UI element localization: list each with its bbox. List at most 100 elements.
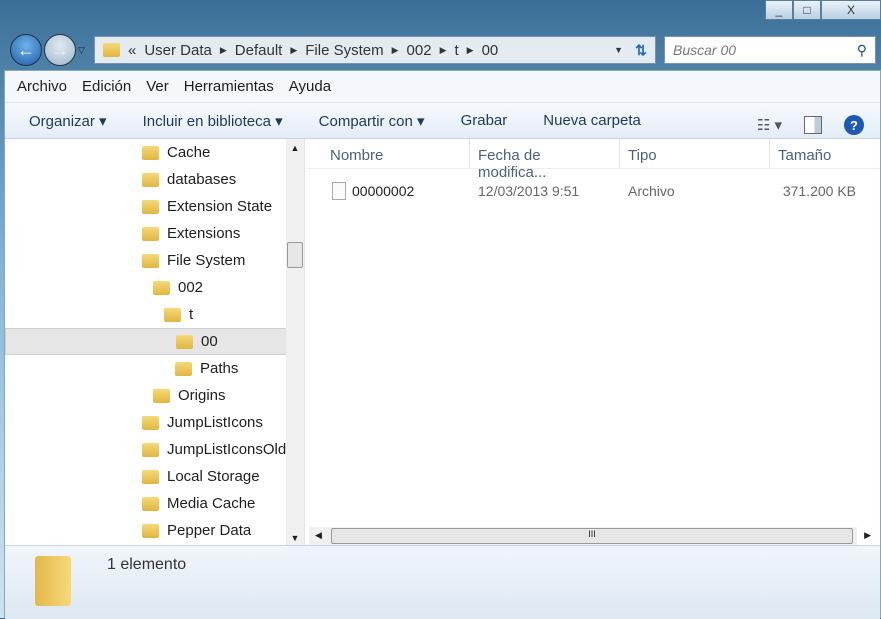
scroll-down-icon[interactable]: ▼ <box>286 533 304 543</box>
breadcrumb-separator-icon[interactable]: ▶ <box>440 45 447 56</box>
breadcrumb-item[interactable]: Default <box>235 42 283 59</box>
address-dropdown-icon[interactable]: ▼ <box>614 45 627 55</box>
tree-item-label: t <box>189 306 194 323</box>
breadcrumb-separator-icon[interactable]: ▶ <box>467 45 474 56</box>
tree-item[interactable]: databases <box>5 166 304 193</box>
tree-item[interactable]: Paths <box>5 355 304 382</box>
forward-button[interactable]: → <box>44 34 76 66</box>
tree-item[interactable]: Extensions <box>5 220 304 247</box>
help-icon[interactable]: ? <box>844 115 864 135</box>
folder-icon <box>142 469 159 484</box>
breadcrumb-separator-icon[interactable]: ▶ <box>392 45 399 56</box>
close-button[interactable]: X <box>821 0 881 20</box>
folder-icon <box>103 43 120 57</box>
menu-ayuda[interactable]: Ayuda <box>289 78 331 95</box>
burn-button[interactable]: Grabar <box>461 112 508 129</box>
search-input[interactable]: Buscar 00 ⚲ <box>664 36 876 64</box>
tree-item[interactable]: Cache <box>5 139 304 166</box>
menu-bar: Archivo Edición Ver Herramientas Ayuda <box>5 71 880 103</box>
include-in-library-button[interactable]: Incluir en biblioteca ▾ <box>143 112 283 130</box>
minimize-button[interactable]: _ <box>765 0 793 20</box>
file-size: 371.200 KB <box>782 183 856 199</box>
organize-button[interactable]: Organizar ▾ <box>29 112 107 130</box>
file-list: Nombre Fecha de modifica... Tipo Tamaño … <box>306 139 880 545</box>
tree-item-label: 00 <box>201 333 218 350</box>
tree-item[interactable]: Origins <box>5 382 304 409</box>
share-with-button[interactable]: Compartir con ▾ <box>319 112 425 130</box>
list-horizontal-scrollbar[interactable]: ◀ III ▶ <box>309 527 871 545</box>
item-count: 1 elemento <box>107 556 187 573</box>
tree-item[interactable]: 00 <box>5 328 304 355</box>
history-dropdown-icon[interactable]: ▽ <box>78 45 85 56</box>
scroll-up-icon[interactable]: ▲ <box>286 139 304 153</box>
folder-icon <box>35 556 71 606</box>
breadcrumb-separator-icon[interactable]: ▶ <box>220 45 227 56</box>
new-folder-button[interactable]: Nueva carpeta <box>543 112 641 129</box>
scroll-thumb[interactable]: III <box>331 528 853 544</box>
search-icon[interactable]: ⚲ <box>857 42 867 59</box>
title-bar: _ □ X ← → ▽ « User Data ▶ Default ▶ File Sys… <box>0 0 881 70</box>
tree-item-label: JumpListIcons <box>167 414 263 431</box>
view-options-icon[interactable]: ☷ ▾ <box>757 116 782 134</box>
refresh-icon[interactable]: ⇅ <box>627 36 655 64</box>
breadcrumb-overflow[interactable]: « <box>128 42 136 59</box>
breadcrumb-item[interactable]: File System <box>305 42 383 59</box>
column-type[interactable]: Tipo <box>620 139 770 168</box>
navigation-tree: Cache databases Extension State Extensions F… <box>5 139 305 545</box>
folder-icon <box>153 388 170 403</box>
breadcrumb: User Data ▶ Default ▶ File System ▶ 002 ▶ t ▶ 00 <box>144 42 498 59</box>
folder-icon <box>142 253 159 268</box>
tree-item[interactable]: t <box>5 301 304 328</box>
tree-item[interactable]: Extension State <box>5 193 304 220</box>
tree-item[interactable]: Media Cache <box>5 490 304 517</box>
scroll-thumb[interactable] <box>287 242 303 268</box>
folder-icon <box>153 280 170 295</box>
file-type: Archivo <box>628 183 675 199</box>
tree-item[interactable]: 002 <box>5 274 304 301</box>
file-name: 00000002 <box>352 183 415 199</box>
breadcrumb-item[interactable]: 002 <box>407 42 432 59</box>
folder-icon <box>175 361 192 376</box>
breadcrumb-item[interactable]: User Data <box>144 42 212 59</box>
folder-icon <box>176 334 193 349</box>
tree-item[interactable]: JumpListIconsOld <box>5 436 304 463</box>
scroll-left-icon[interactable]: ◀ <box>315 530 322 541</box>
menu-herramientas[interactable]: Herramientas <box>184 78 274 95</box>
file-row[interactable]: 00000002 12/03/2013 9:51 Archivo 371.200 KB <box>306 177 880 205</box>
column-name[interactable]: Nombre <box>306 139 470 168</box>
tree-item-label: 002 <box>178 279 204 296</box>
command-bar: Organizar ▾ Incluir en biblioteca ▾ Comp… <box>5 103 880 139</box>
tree-item-label: Pepper Data <box>167 522 252 539</box>
tree-item-label: Local Storage <box>167 468 260 485</box>
tree-item[interactable]: Local Storage <box>5 463 304 490</box>
maximize-button[interactable]: □ <box>793 0 821 20</box>
preview-pane-icon[interactable] <box>804 116 822 134</box>
back-button[interactable]: ← <box>10 34 42 66</box>
menu-archivo[interactable]: Archivo <box>17 78 67 95</box>
search-placeholder: Buscar 00 <box>673 42 737 58</box>
tree-scrollbar[interactable]: ▲ ▼ <box>286 139 304 545</box>
tree-item[interactable]: Pepper Data <box>5 517 304 544</box>
tree-item-label: Cache <box>167 144 211 161</box>
column-size[interactable]: Tamaño <box>770 139 870 168</box>
tree-item-label: Extension State <box>167 198 273 215</box>
tree-item-label: Paths <box>200 360 239 377</box>
tree-item[interactable]: File System <box>5 247 304 274</box>
breadcrumb-separator-icon[interactable]: ▶ <box>290 45 297 56</box>
address-bar[interactable]: « User Data ▶ Default ▶ File System ▶ 002 ▶ t ▶ 00… <box>94 36 656 64</box>
menu-edición[interactable]: Edición <box>82 78 131 95</box>
file-date: 12/03/2013 9:51 <box>478 183 580 199</box>
tree-item-label: JumpListIconsOld <box>167 441 287 458</box>
breadcrumb-item[interactable]: t <box>454 42 458 59</box>
folder-icon <box>142 523 159 538</box>
tree-item-label: Media Cache <box>167 495 256 512</box>
column-date[interactable]: Fecha de modifica... <box>470 139 620 181</box>
tree-item-label: Origins <box>178 387 226 404</box>
scroll-right-icon[interactable]: ▶ <box>864 530 871 541</box>
menu-ver[interactable]: Ver <box>146 78 169 95</box>
breadcrumb-item[interactable]: 00 <box>482 42 499 59</box>
tree-item[interactable]: JumpListIcons <box>5 409 304 436</box>
details-pane: 1 elemento <box>5 545 880 619</box>
folder-icon <box>142 145 159 160</box>
folder-icon <box>142 442 159 457</box>
